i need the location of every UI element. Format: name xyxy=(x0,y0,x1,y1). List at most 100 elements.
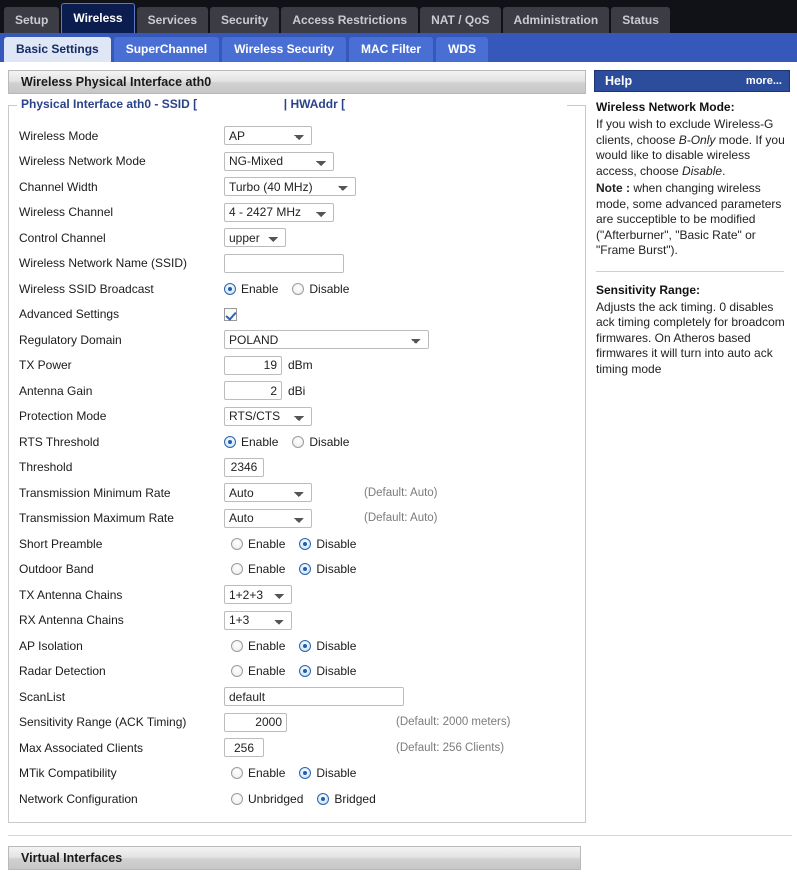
secondary-navigation: Basic Settings SuperChannel Wireless Sec… xyxy=(0,33,797,62)
advanced-settings-checkbox[interactable] xyxy=(224,307,237,321)
nav-tab-security[interactable]: Security xyxy=(210,7,280,33)
mtik-compatibility-enable-radio[interactable]: Enable xyxy=(231,766,285,780)
wireless-network-mode-select[interactable]: NG-Mixed xyxy=(224,151,334,171)
label-tx-antenna-chains: TX Antenna Chains xyxy=(19,587,123,602)
rts-threshold-enable-radio[interactable]: Enable xyxy=(224,435,278,449)
label-ap-isolation: AP Isolation xyxy=(19,638,83,653)
rts-threshold-disable-label: Disable xyxy=(309,434,350,449)
radar-detection-disable-radio[interactable]: Disable xyxy=(299,664,356,678)
label-regulatory-domain: Regulatory Domain xyxy=(19,332,122,347)
rts-threshold-disable-radio[interactable]: Disable xyxy=(292,435,349,449)
tx-max-rate-hint: (Default: Auto) xyxy=(364,512,438,525)
subnav-tab-wireless-security[interactable]: Wireless Security xyxy=(222,37,347,62)
label-channel-width: Channel Width xyxy=(19,179,98,194)
short-preamble-enable-radio[interactable]: Enable xyxy=(231,537,285,551)
tx-min-rate-select[interactable]: Auto xyxy=(224,483,312,503)
row-control-channel: Control Channel upper xyxy=(9,225,585,251)
label-wireless-channel: Wireless Channel xyxy=(19,205,114,220)
mtik-compatibility-disable-radio[interactable]: Disable xyxy=(299,766,356,780)
row-regulatory-domain: Regulatory Domain POLAND xyxy=(9,327,585,353)
label-rx-antenna-chains: RX Antenna Chains xyxy=(19,613,124,628)
control-advanced-settings xyxy=(224,307,237,321)
radio-indicator-on xyxy=(224,435,236,448)
network-configuration-bridged-radio[interactable]: Bridged xyxy=(317,792,376,806)
protection-mode-select[interactable]: RTS/CTS xyxy=(224,406,312,426)
nav-tab-services[interactable]: Services xyxy=(136,7,208,33)
physical-interface-legend: Physical Interface ath0 - SSID [ | HWAdd… xyxy=(19,97,352,111)
label-short-preamble: Short Preamble xyxy=(19,536,103,551)
radar-detection-enable-radio[interactable]: Enable xyxy=(231,664,285,678)
settings-rows: Wireless Mode AP Wireless Network Mode N… xyxy=(9,105,585,812)
row-tx-max-rate: Transmission Maximum Rate Auto (Default:… xyxy=(9,506,585,532)
row-max-clients: Max Associated Clients (Default: 256 Cli… xyxy=(9,735,585,761)
sensitivity-range-input[interactable] xyxy=(224,712,287,732)
control-channel-select[interactable]: upper xyxy=(224,228,286,248)
label-antenna-gain: Antenna Gain xyxy=(19,383,93,398)
ap-isolation-disable-radio[interactable]: Disable xyxy=(299,639,356,653)
control-network-configuration: Unbridged Bridged xyxy=(231,792,390,806)
max-clients-input[interactable] xyxy=(224,738,264,758)
tx-power-input[interactable] xyxy=(224,355,282,375)
ap-isolation-enable-radio[interactable]: Enable xyxy=(231,639,285,653)
wireless-channel-select[interactable]: 4 - 2427 MHz xyxy=(224,202,334,222)
subnav-tab-superchannel[interactable]: SuperChannel xyxy=(113,37,220,62)
rx-antenna-chains-select[interactable]: 1+3 xyxy=(224,610,292,630)
network-configuration-unbridged-radio[interactable]: Unbridged xyxy=(231,792,303,806)
row-protection-mode: Protection Mode RTS/CTS xyxy=(9,404,585,430)
ap-isolation-disable-label: Disable xyxy=(316,638,357,653)
antenna-gain-unit: dBi xyxy=(288,383,306,398)
radio-indicator-on xyxy=(224,282,236,295)
tx-max-rate-select[interactable]: Auto xyxy=(224,508,312,528)
ssid-input[interactable] xyxy=(224,253,344,273)
radio-indicator-on xyxy=(299,639,312,652)
control-wireless-mode: AP xyxy=(224,126,312,146)
row-ssid: Wireless Network Name (SSID) xyxy=(9,251,585,277)
nav-tab-status[interactable]: Status xyxy=(611,7,670,33)
channel-width-select[interactable]: Turbo (40 MHz) xyxy=(224,177,356,197)
physical-interface-fieldset: Physical Interface ath0 - SSID [ | HWAdd… xyxy=(8,97,586,823)
control-wireless-channel: 4 - 2427 MHz xyxy=(224,202,334,222)
tx-power-unit: dBm xyxy=(288,358,313,373)
row-rx-antenna-chains: RX Antenna Chains 1+3 xyxy=(9,608,585,634)
wireless-mode-select[interactable]: AP xyxy=(224,126,312,146)
antenna-gain-input[interactable] xyxy=(224,381,282,401)
radio-indicator-on xyxy=(299,563,312,576)
tx-min-rate-hint: (Default: Auto) xyxy=(364,486,438,499)
control-scanlist xyxy=(224,687,404,707)
subnav-tab-basic-settings[interactable]: Basic Settings xyxy=(4,37,111,62)
control-max-clients: (Default: 256 Clients) xyxy=(224,738,504,758)
nav-tab-access-restrictions[interactable]: Access Restrictions xyxy=(281,7,419,33)
scanlist-input[interactable] xyxy=(224,687,404,707)
control-control-channel: upper xyxy=(224,228,286,248)
row-rts-threshold: RTS Threshold Enable Disable xyxy=(9,429,585,455)
control-antenna-gain: dBi xyxy=(224,381,306,401)
help-t1-i1: B-Only xyxy=(678,132,716,147)
outdoor-band-enable-radio[interactable]: Enable xyxy=(231,562,285,576)
short-preamble-disable-radio[interactable]: Disable xyxy=(299,537,356,551)
nav-tab-administration[interactable]: Administration xyxy=(502,7,610,33)
nav-tab-nat-qos[interactable]: NAT / QoS xyxy=(420,7,501,33)
radio-indicator-off xyxy=(231,563,243,576)
radio-indicator-off xyxy=(231,665,243,678)
control-channel-width: Turbo (40 MHz) xyxy=(224,177,356,197)
control-ssid xyxy=(224,253,344,273)
radio-indicator-off xyxy=(231,767,243,780)
ssid-broadcast-enable-radio[interactable]: Enable xyxy=(224,282,278,296)
label-threshold: Threshold xyxy=(19,460,73,475)
control-wireless-network-mode: NG-Mixed xyxy=(224,151,334,171)
nav-tab-wireless[interactable]: Wireless xyxy=(61,3,135,33)
label-outdoor-band: Outdoor Band xyxy=(19,562,94,577)
regulatory-domain-select[interactable]: POLAND xyxy=(224,330,429,350)
radio-indicator-off xyxy=(231,639,243,652)
threshold-input[interactable] xyxy=(224,457,264,477)
ssid-broadcast-disable-radio[interactable]: Disable xyxy=(292,282,349,296)
tx-antenna-chains-select[interactable]: 1+2+3 xyxy=(224,585,292,605)
help-topic-2-paragraph: Adjusts the ack timing. 0 disables ack t… xyxy=(596,299,785,376)
nav-tab-setup[interactable]: Setup xyxy=(4,7,60,33)
outdoor-band-disable-radio[interactable]: Disable xyxy=(299,562,356,576)
subnav-tab-mac-filter[interactable]: MAC Filter xyxy=(349,37,434,62)
subnav-tab-wds[interactable]: WDS xyxy=(436,37,489,62)
radar-detection-enable-label: Enable xyxy=(248,664,286,679)
row-tx-power: TX Power dBm xyxy=(9,353,585,379)
help-more-link[interactable]: more... xyxy=(746,75,782,87)
